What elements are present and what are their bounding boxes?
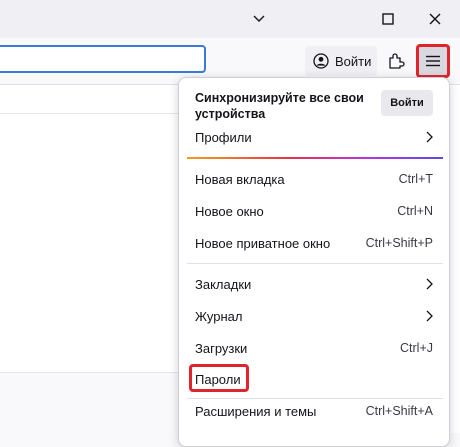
- app-menu-panel: Синхронизируйте все свои устройства Войт…: [178, 77, 450, 447]
- menu-item-label: Закладки: [195, 276, 252, 292]
- maximize-icon[interactable]: [373, 7, 403, 31]
- chevron-down-icon[interactable]: [244, 7, 274, 31]
- close-icon[interactable]: [420, 7, 450, 31]
- title-bar: [0, 0, 460, 38]
- sync-title: Синхронизируйте все свои устройства: [195, 91, 364, 121]
- shortcut-label: Ctrl+Shift+P: [365, 236, 433, 250]
- menu-item-history[interactable]: Журнал: [187, 302, 443, 330]
- menu-item-addons-themes[interactable]: Расширения и темы Ctrl+Shift+A: [187, 397, 443, 425]
- app-menu-button[interactable]: [416, 44, 450, 78]
- menu-item-profiles[interactable]: Профили: [187, 123, 443, 151]
- menu-item-label: Расширения и темы: [195, 403, 317, 419]
- signin-label: Войти: [335, 53, 372, 69]
- menu-item-new-window[interactable]: Новое окно Ctrl+N: [187, 197, 443, 225]
- chevron-right-icon: [425, 131, 443, 143]
- hamburger-icon: [426, 55, 440, 67]
- menu-item-label: Журнал: [195, 308, 243, 324]
- shortcut-label: Ctrl+Shift+A: [365, 404, 433, 418]
- gradient-separator: [187, 157, 443, 159]
- shortcut-label: Ctrl+N: [397, 204, 433, 218]
- passwords-highlight-box: [189, 364, 249, 392]
- page-divider: [0, 113, 178, 114]
- page-bottom-area: [0, 372, 178, 434]
- chevron-right-icon: [425, 310, 443, 322]
- menu-item-label: Профили: [195, 129, 252, 145]
- account-icon: [313, 53, 329, 69]
- menu-item-bookmarks[interactable]: Закладки: [187, 270, 443, 298]
- chevron-right-icon: [425, 278, 443, 290]
- extensions-icon[interactable]: [384, 48, 408, 74]
- signin-button[interactable]: Войти: [305, 46, 377, 76]
- menu-item-label: Новое приватное окно: [195, 235, 331, 251]
- menu-item-downloads[interactable]: Загрузки Ctrl+J: [187, 334, 443, 362]
- shortcut-label: Ctrl+T: [398, 172, 433, 186]
- shortcut-label: Ctrl+J: [400, 341, 433, 355]
- menu-item-label: Загрузки: [195, 340, 248, 356]
- menu-item-new-private-window[interactable]: Новое приватное окно Ctrl+Shift+P: [187, 229, 443, 257]
- sync-signin-button[interactable]: Войти: [381, 90, 433, 116]
- menu-separator: [187, 263, 443, 264]
- url-bar[interactable]: [0, 45, 206, 73]
- menu-item-label: Новое окно: [195, 203, 264, 219]
- menu-item-new-tab[interactable]: Новая вкладка Ctrl+T: [187, 165, 443, 193]
- menu-item-label: Новая вкладка: [195, 171, 285, 187]
